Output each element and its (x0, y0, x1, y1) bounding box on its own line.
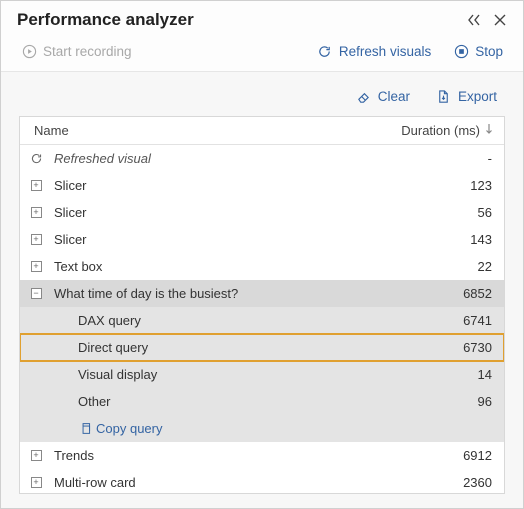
titlebar: Performance analyzer (1, 1, 523, 35)
results-table: Name Duration (ms) Refreshed visual- + Sli… (19, 116, 505, 494)
expand-icon[interactable]: + (28, 232, 44, 248)
export-button[interactable]: Export (432, 86, 501, 106)
refresh-icon (28, 151, 44, 167)
table-row[interactable]: DAX query6741 (20, 307, 504, 334)
collapse-icon[interactable]: − (28, 286, 44, 302)
row-label: Direct query (78, 340, 455, 355)
refresh-visuals-button[interactable]: Refresh visuals (313, 41, 435, 61)
row-label: DAX query (78, 313, 455, 328)
toolbar: Start recording Refresh visuals Stop (1, 35, 523, 72)
row-duration: 6730 (455, 340, 492, 355)
panel-title: Performance analyzer (17, 10, 459, 30)
expand-icon[interactable]: + (28, 205, 44, 221)
row-duration: 22 (470, 259, 492, 274)
clear-button[interactable]: Clear (352, 86, 414, 106)
expand-icon[interactable]: + (28, 475, 44, 491)
column-duration-label: Duration (ms) (401, 123, 480, 138)
row-duration: 2360 (455, 475, 492, 490)
start-recording-button: Start recording (17, 41, 136, 61)
record-icon (21, 43, 37, 59)
clear-label: Clear (378, 89, 410, 104)
row-duration: 96 (470, 394, 492, 409)
row-label: What time of day is the busiest? (54, 286, 455, 301)
close-icon[interactable] (489, 9, 511, 31)
row-duration: 123 (462, 178, 492, 193)
row-duration: 56 (470, 205, 492, 220)
row-label: Text box (54, 259, 470, 274)
table-row[interactable]: + Slicer123 (20, 172, 504, 199)
stop-button[interactable]: Stop (449, 41, 507, 61)
row-label: Refreshed visual (54, 151, 480, 166)
table-row[interactable]: + Text box22 (20, 253, 504, 280)
table-row[interactable]: Direct query6730 (20, 334, 504, 361)
performance-analyzer-panel: Performance analyzer Start recording Ref… (0, 0, 524, 509)
row-label: Slicer (54, 232, 462, 247)
row-label: Other (78, 394, 470, 409)
sort-descending-icon (484, 123, 494, 138)
table-row[interactable]: Refreshed visual- (20, 145, 504, 172)
stop-label: Stop (475, 44, 503, 59)
stop-icon (453, 43, 469, 59)
refresh-visuals-label: Refresh visuals (339, 44, 431, 59)
row-label: Copy query (96, 421, 492, 436)
table-row[interactable]: Other96 (20, 388, 504, 415)
actionbar: Clear Export (1, 72, 523, 116)
table-row[interactable]: −What time of day is the busiest?6852 (20, 280, 504, 307)
row-label: Trends (54, 448, 455, 463)
expand-icon[interactable]: + (28, 259, 44, 275)
row-label: Slicer (54, 178, 462, 193)
table-row[interactable]: Visual display14 (20, 361, 504, 388)
expand-icon[interactable] (463, 9, 485, 31)
table-row[interactable]: + Slicer56 (20, 199, 504, 226)
table-row[interactable]: + Slicer143 (20, 226, 504, 253)
expand-icon[interactable]: + (28, 448, 44, 464)
row-duration: 143 (462, 232, 492, 247)
column-duration[interactable]: Duration (ms) (401, 123, 494, 138)
column-name[interactable]: Name (34, 123, 401, 138)
row-duration: 6912 (455, 448, 492, 463)
eraser-icon (356, 88, 372, 104)
table-body: Refreshed visual-+Slicer123+Slicer56+Sli… (20, 145, 504, 493)
export-icon (436, 88, 452, 104)
row-duration: - (480, 151, 492, 166)
row-label: Slicer (54, 205, 470, 220)
row-duration: 6852 (455, 286, 492, 301)
table-row[interactable]: + Trends6912 (20, 442, 504, 469)
row-duration: 14 (470, 367, 492, 382)
row-duration: 6741 (455, 313, 492, 328)
export-label: Export (458, 89, 497, 104)
copy-icon (78, 422, 92, 436)
expand-icon[interactable]: + (28, 178, 44, 194)
row-label: Multi-row card (54, 475, 455, 490)
table-row[interactable]: + Multi-row card2360 (20, 469, 504, 493)
row-label: Visual display (78, 367, 470, 382)
start-recording-label: Start recording (43, 44, 132, 59)
table-header: Name Duration (ms) (20, 117, 504, 145)
refresh-icon (317, 43, 333, 59)
table-row[interactable]: Copy query (20, 415, 504, 442)
